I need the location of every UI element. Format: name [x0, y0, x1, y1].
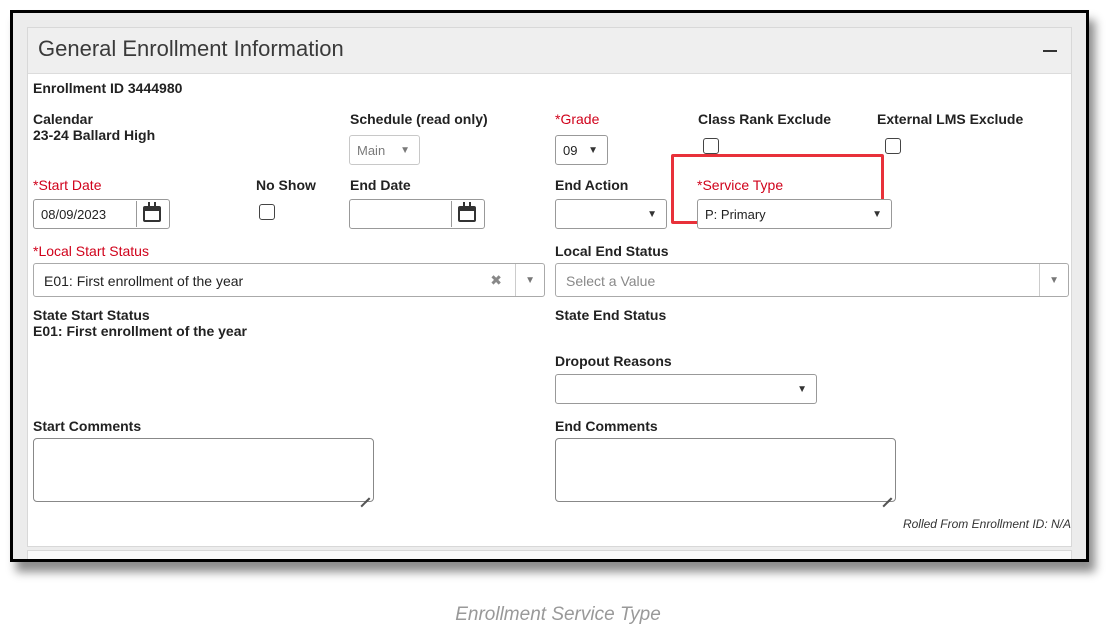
- chevron-down-icon[interactable]: ▼: [525, 275, 535, 286]
- image-caption: Enrollment Service Type: [455, 604, 661, 625]
- calendar-label: Calendar: [33, 111, 93, 127]
- state-end-status-label: State End Status: [555, 307, 667, 323]
- calendar-icon: [458, 202, 476, 222]
- start-date-input[interactable]: 08/09/2023: [33, 199, 170, 229]
- end-date-input[interactable]: [349, 199, 485, 229]
- local-start-status-label: *Local Start Status: [33, 243, 149, 259]
- start-comments-label: Start Comments: [33, 418, 142, 434]
- service-type-label: *Service Type: [697, 177, 784, 193]
- chevron-down-icon: ▼: [400, 145, 410, 156]
- chevron-down-icon[interactable]: ▼: [1049, 275, 1059, 286]
- no-show-checkbox[interactable]: [259, 204, 275, 220]
- end-date-label: End Date: [350, 177, 411, 193]
- start-date-label: *Start Date: [33, 177, 102, 193]
- enrollment-id: Enrollment ID 3444980: [33, 80, 183, 96]
- class-rank-exclude-checkbox[interactable]: [703, 138, 719, 154]
- panel-header: General Enrollment Information: [28, 28, 1071, 74]
- end-action-select[interactable]: ▼: [555, 199, 667, 229]
- local-end-status-combo[interactable]: Select a Value ▼: [555, 263, 1069, 297]
- local-end-status-placeholder: Select a Value: [566, 273, 656, 289]
- resize-grip-icon[interactable]: [882, 488, 892, 498]
- end-action-label: End Action: [555, 177, 629, 193]
- schedule-label: Schedule (read only): [350, 111, 488, 127]
- combo-divider: [515, 264, 516, 296]
- start-comments-textarea[interactable]: [33, 438, 374, 502]
- dropout-reasons-select[interactable]: ▼: [555, 374, 817, 404]
- next-panel-edge: [27, 550, 1072, 559]
- local-end-status-label: Local End Status: [555, 243, 669, 259]
- chevron-down-icon: ▼: [588, 145, 598, 156]
- dropout-reasons-label: Dropout Reasons: [555, 353, 672, 369]
- grade-value: 09: [563, 143, 578, 158]
- service-type-value: P: Primary: [705, 207, 766, 222]
- external-lms-exclude-checkbox[interactable]: [885, 138, 901, 154]
- end-comments-textarea[interactable]: [555, 438, 896, 502]
- state-start-status-label: State Start Status: [33, 307, 150, 323]
- minus-icon[interactable]: [1043, 50, 1057, 52]
- end-date-calendar-button[interactable]: [451, 201, 478, 227]
- schedule-select: Main ▼: [349, 135, 420, 165]
- resize-grip-icon[interactable]: [360, 488, 370, 498]
- rolled-from-enrollment: Rolled From Enrollment ID: N/A: [902, 517, 1071, 531]
- calendar-icon: [143, 202, 161, 222]
- service-type-select[interactable]: P: Primary ▼: [697, 199, 892, 229]
- grade-label: *Grade: [555, 111, 600, 127]
- local-start-status-value: E01: First enrollment of the year: [44, 273, 244, 289]
- chevron-down-icon: ▼: [872, 209, 882, 220]
- combo-divider: [1039, 264, 1040, 296]
- external-lms-exclude-label: External LMS Exclude: [877, 111, 1024, 127]
- schedule-value: Main: [357, 143, 386, 158]
- chevron-down-icon: ▼: [647, 209, 657, 220]
- end-comments-label: End Comments: [555, 418, 658, 434]
- start-date-value: 08/09/2023: [41, 207, 107, 222]
- chevron-down-icon: ▼: [797, 384, 807, 395]
- clear-icon[interactable]: ✖: [490, 272, 502, 289]
- state-start-status-value: E01: First enrollment of the year: [33, 323, 247, 339]
- calendar-value: 23-24 Ballard High: [33, 127, 156, 143]
- class-rank-exclude-label: Class Rank Exclude: [698, 111, 832, 127]
- grade-select[interactable]: 09 ▼: [555, 135, 608, 165]
- panel-title: General Enrollment Information: [38, 36, 344, 61]
- local-start-status-combo[interactable]: E01: First enrollment of the year ✖ ▼: [33, 263, 545, 297]
- no-show-label: No Show: [256, 177, 316, 193]
- start-date-calendar-button[interactable]: [136, 201, 163, 227]
